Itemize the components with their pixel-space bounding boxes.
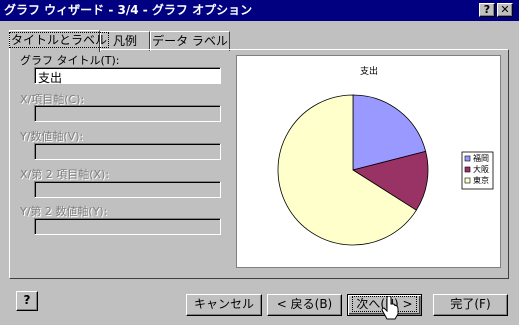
title-bar: グラフ ウィザード - 3/4 - グラフ オプション ? ✕ [0,0,519,21]
close-button[interactable]: ✕ [497,3,513,17]
help-icon: ? [23,293,31,307]
back-button[interactable]: < 戻る(B) [267,294,342,316]
help-button[interactable]: ? [16,291,38,311]
tab-titles-and-labels[interactable]: タイトルとラベル [8,30,110,52]
mouse-cursor-icon [381,296,399,320]
window-title: グラフ ウィザード - 3/4 - グラフ オプション [4,3,253,17]
tab-label: 凡例 [112,34,137,48]
cancel-button[interactable]: キャンセル [186,294,262,316]
tab-label: タイトルとラベル [8,32,110,48]
help-title-button[interactable]: ? [479,3,495,17]
tab-panel [9,49,509,279]
finish-button[interactable]: 完了(F) [433,294,508,316]
tab-data-labels[interactable]: データ ラベル [150,31,230,51]
tab-label: データ ラベル [152,34,228,48]
